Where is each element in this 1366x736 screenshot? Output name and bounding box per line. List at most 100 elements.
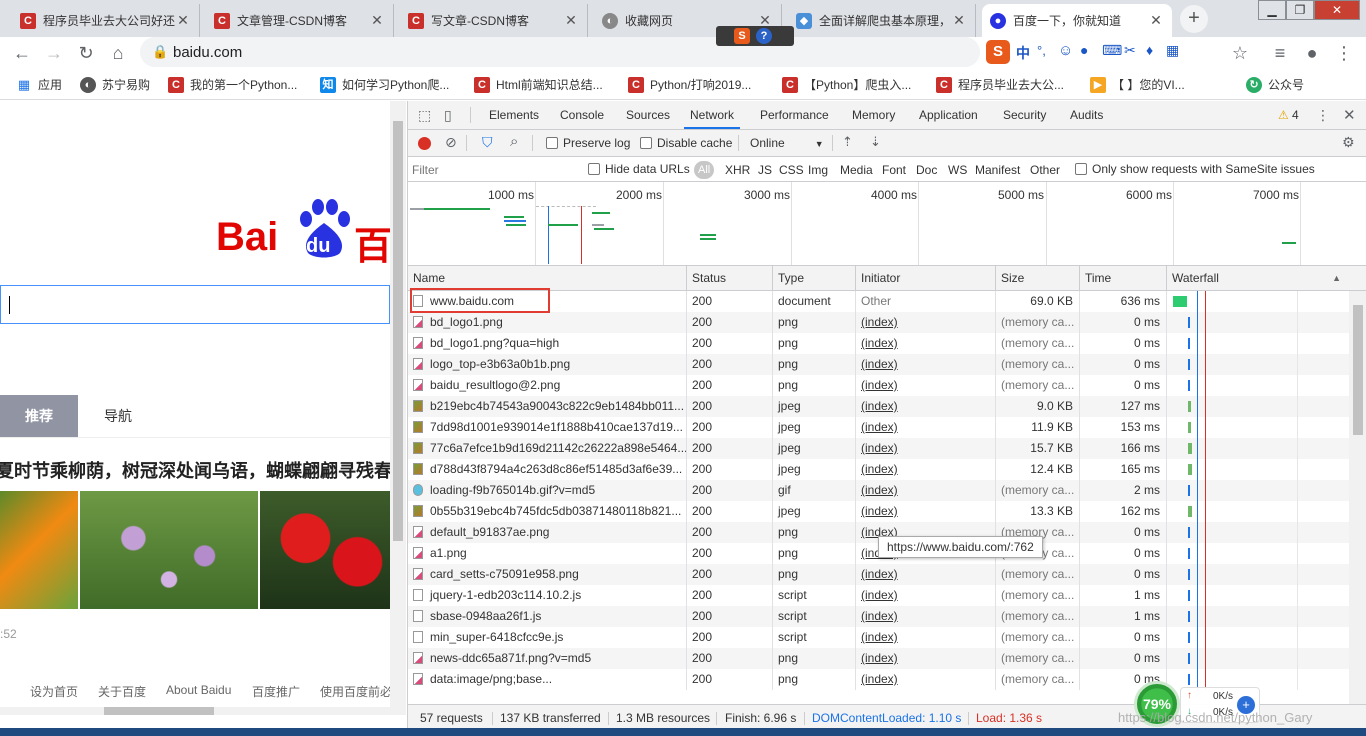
table-row[interactable]: 7dd98d1001e939014e1f1888b410cae137d19...… — [408, 417, 1349, 438]
bookmark-item[interactable]: ◐ 苏宁易购 — [80, 76, 150, 93]
gear-icon[interactable]: ⚙ — [1342, 134, 1355, 151]
close-icon[interactable]: ✕ — [1148, 12, 1164, 29]
bookmark-item[interactable]: ▶ 【 】您的VI... — [1090, 76, 1185, 93]
close-icon[interactable]: ✕ — [1343, 106, 1356, 124]
warning-icon[interactable]: ⚠ — [1278, 108, 1289, 122]
cell-initiator[interactable]: (index) — [856, 333, 996, 354]
column-header-status[interactable]: Status — [687, 266, 773, 291]
horizontal-scrollbar[interactable] — [0, 707, 390, 715]
browser-tab[interactable]: C 文章管理-CSDN博客 ✕ — [206, 4, 394, 37]
back-arrow-icon[interactable]: ← — [10, 41, 34, 65]
clear-icon[interactable]: ⊘ — [445, 134, 457, 151]
sogou-icon[interactable]: S — [986, 40, 1010, 64]
close-icon[interactable]: ✕ — [369, 12, 385, 29]
cell-initiator[interactable]: (index) — [856, 669, 996, 690]
column-header-time[interactable]: Time — [1080, 266, 1167, 291]
browser-tab[interactable]: C 写文章-CSDN博客 ✕ — [400, 4, 588, 37]
tab-sources[interactable]: Sources — [626, 101, 670, 129]
table-row[interactable]: jquery-1-edb203c114.10.2.js 200 script (ind… — [408, 585, 1349, 606]
maximize-button[interactable]: ❐ — [1286, 0, 1314, 20]
star-icon[interactable]: ☆ — [1228, 41, 1252, 65]
profile-avatar-icon[interactable]: ● — [1300, 41, 1324, 65]
cell-initiator[interactable]: (index) — [856, 354, 996, 375]
tab-audits[interactable]: Audits — [1070, 101, 1103, 129]
table-row[interactable]: min_super-6418cfcc9e.js 200 script (index)(… — [408, 627, 1349, 648]
preserve-log-checkbox[interactable]: Preserve log — [546, 136, 630, 150]
tab-application[interactable]: Application — [919, 101, 978, 129]
ime-punct-label[interactable]: °, — [1037, 43, 1046, 58]
cell-initiator[interactable]: (index) — [856, 564, 996, 585]
type-filter-font[interactable]: Font — [882, 163, 906, 177]
bookmark-item[interactable]: ↻ 公众号 — [1246, 76, 1304, 93]
cell-initiator[interactable]: (index) — [856, 627, 996, 648]
bookmark-item[interactable]: C Python/打响2019... — [628, 76, 751, 93]
tab-elements[interactable]: Elements — [489, 101, 539, 129]
bookmark-item[interactable]: C 程序员毕业去大公... — [936, 76, 1064, 93]
table-row[interactable]: d788d43f8794a4c263d8c86ef51485d3af6e39..… — [408, 459, 1349, 480]
tab-navigation[interactable]: 导航 — [104, 395, 132, 437]
tab-console[interactable]: Console — [560, 101, 604, 129]
search-input[interactable] — [0, 285, 390, 324]
grid-icon[interactable]: ▦ — [1166, 42, 1179, 59]
minimize-button[interactable]: ▁ — [1258, 0, 1286, 20]
browser-tab[interactable]: ◆ 全面详解爬虫基本原理， ✕ — [788, 4, 976, 37]
cell-initiator[interactable]: Other — [856, 291, 996, 312]
cell-initiator[interactable]: (index) — [856, 606, 996, 627]
cell-initiator[interactable]: (index) — [856, 648, 996, 669]
tab-network[interactable]: Network — [684, 101, 741, 129]
cell-initiator[interactable]: (index) — [856, 501, 996, 522]
scrollbar-thumb[interactable] — [1353, 305, 1363, 435]
close-icon[interactable]: ✕ — [175, 12, 191, 29]
type-filter-js[interactable]: JS — [758, 163, 772, 177]
tab-security[interactable]: Security — [1003, 101, 1046, 129]
footer-link[interactable]: 关于百度 — [98, 683, 146, 700]
more-menu-icon[interactable]: ⋮ — [1332, 41, 1356, 65]
new-tab-button[interactable]: + — [1180, 5, 1208, 33]
import-har-icon[interactable]: ⇡ — [842, 134, 853, 150]
export-har-icon[interactable]: ⇣ — [870, 134, 881, 150]
warning-count[interactable]: 4 — [1292, 108, 1299, 122]
type-filter-xhr[interactable]: XHR — [725, 163, 750, 177]
type-filter-doc[interactable]: Doc — [916, 163, 937, 177]
cell-initiator[interactable]: (index) — [856, 480, 996, 501]
cell-initiator[interactable]: (index) — [856, 417, 996, 438]
news-headline[interactable]: 夏时节乘柳荫，树冠深处闻乌语，蝴蝶翩翩寻残春 — [0, 457, 390, 483]
tools-icon[interactable]: ✂ — [1124, 42, 1136, 59]
record-icon[interactable] — [418, 137, 431, 150]
bookmark-item[interactable]: 知如何学习Python爬... — [320, 76, 449, 93]
close-window-button[interactable]: ✕ — [1314, 0, 1360, 20]
bookmark-item[interactable]: C Html前端知识总结... — [474, 76, 603, 93]
type-filter-other[interactable]: Other — [1030, 163, 1060, 177]
footer-link[interactable]: About Baidu — [166, 683, 231, 697]
more-menu-icon[interactable]: ⋮ — [1316, 107, 1330, 124]
scrollbar-thumb[interactable] — [393, 121, 403, 541]
vertical-scrollbar[interactable] — [1349, 291, 1366, 704]
bookmark-item[interactable]: C 【Python】爬虫入... — [782, 76, 911, 93]
throttling-select[interactable]: Online ▼ — [750, 136, 824, 150]
footer-link[interactable]: 设为首页 — [30, 683, 78, 700]
forward-arrow-icon[interactable]: → — [42, 41, 66, 65]
cell-initiator[interactable]: (index) — [856, 438, 996, 459]
tab-memory[interactable]: Memory — [852, 101, 895, 129]
cell-initiator[interactable]: (index) — [856, 585, 996, 606]
device-toolbar-icon[interactable]: ▯ — [444, 107, 452, 124]
vertical-scrollbar[interactable] — [390, 101, 406, 715]
table-row[interactable]: loading-f9b765014b.gif?v=md5 200 gif (index… — [408, 480, 1349, 501]
overview-timeline[interactable]: 1000 ms 2000 ms 3000 ms 4000 ms 5000 ms … — [408, 182, 1366, 265]
cell-initiator[interactable]: (index) — [856, 312, 996, 333]
emoji-icon[interactable]: ☺ — [1058, 42, 1073, 59]
type-filter-manifest[interactable]: Manifest — [975, 163, 1020, 177]
home-icon[interactable]: ⌂ — [106, 41, 130, 65]
media-icon[interactable]: ≡ — [1268, 41, 1292, 65]
table-row[interactable]: 0b55b319ebc4b745fdc5db03871480118b821...… — [408, 501, 1349, 522]
type-filter-all[interactable]: All — [694, 161, 715, 179]
flower-image[interactable] — [260, 491, 390, 609]
type-filter-media[interactable]: Media — [840, 163, 873, 177]
table-row[interactable]: sbase-0948aa26f1.js 200 script (index) (memo… — [408, 606, 1349, 627]
bookmark-apps[interactable]: ▦ 应用 — [16, 76, 62, 93]
table-row[interactable]: card_setts-c75091e958.png 200 png (index) (m… — [408, 564, 1349, 585]
disable-cache-checkbox[interactable]: Disable cache — [640, 136, 732, 150]
search-icon[interactable]: ⌕ — [510, 133, 518, 150]
close-icon[interactable]: ✕ — [563, 12, 579, 29]
reload-icon[interactable]: ↻ — [74, 41, 98, 65]
